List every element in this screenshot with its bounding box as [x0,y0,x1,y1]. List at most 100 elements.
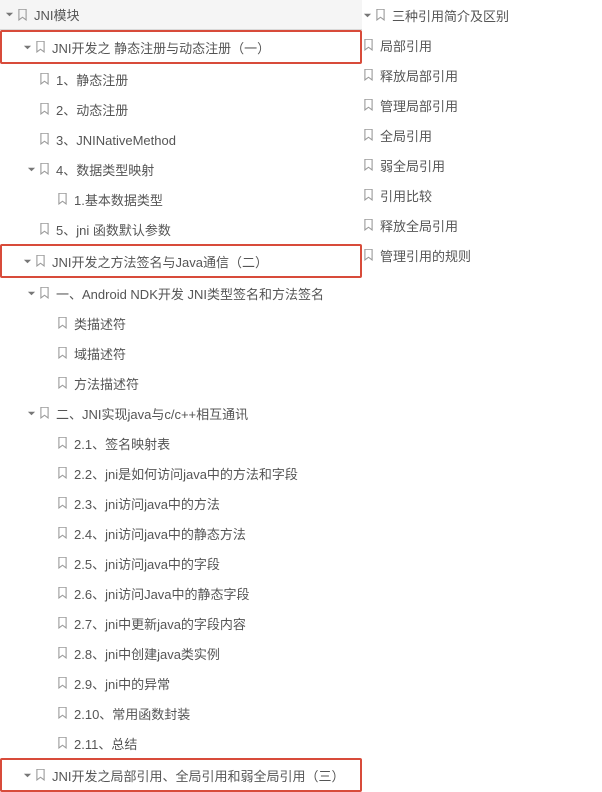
tree-node[interactable]: 2.10、常用函数封装 [0,698,362,728]
bookmark-icon [56,466,68,480]
tree-node[interactable]: JNI开发之 静态注册与动态注册（一） [2,32,360,62]
tree-label: 释放局部引用 [380,66,458,85]
bookmark-icon [38,286,50,300]
tree-node[interactable]: 1.基本数据类型 [0,184,362,214]
bookmark-icon [38,222,50,236]
tree-node[interactable]: 三种引用简介及区别 [362,0,602,30]
bookmark-icon [56,556,68,570]
bookmark-icon [362,98,374,112]
bookmark-icon [34,768,46,782]
tree-node[interactable]: 3、JNINativeMethod [0,124,362,154]
tree-node[interactable]: 2.8、jni中创建java类实例 [0,638,362,668]
tree-node[interactable]: 全局引用 [362,120,602,150]
chevron-down-icon [22,770,32,780]
tree-node[interactable]: 5、jni 函数默认参数 [0,214,362,244]
tree-node[interactable]: 2.11、总结 [0,728,362,758]
tree-label: JNI开发之方法签名与Java通信（二） [52,252,268,271]
tree-label: 类描述符 [74,314,126,333]
bookmark-icon [362,158,374,172]
tree-node[interactable]: 1、静态注册 [0,64,362,94]
bookmark-icon [38,72,50,86]
tree-node[interactable]: 方法描述符 [0,368,362,398]
tree-node[interactable]: 域描述符 [0,338,362,368]
tree-node[interactable]: JNI开发之局部引用、全局引用和弱全局引用（三） [2,760,360,790]
tree-label: 2、动态注册 [56,100,128,119]
chevron-down-icon [362,10,372,20]
tree-node[interactable]: JNI开发之方法签名与Java通信（二） [2,246,360,276]
tree-label: 2.5、jni访问java中的字段 [74,554,220,573]
tree-label: 1.基本数据类型 [74,190,163,209]
bookmark-icon [362,68,374,82]
tree-label: 5、jni 函数默认参数 [56,220,171,239]
chevron-down-icon [22,256,32,266]
bookmark-icon [362,38,374,52]
tree-label: 局部引用 [380,36,432,55]
tree-node[interactable]: 局部引用 [362,30,602,60]
tree-node[interactable]: 2.1、签名映射表 [0,428,362,458]
tree-node[interactable]: 释放局部引用 [362,60,602,90]
bookmark-icon [362,248,374,262]
tree-label: 释放全局引用 [380,216,458,235]
tree-label: 2.4、jni访问java中的静态方法 [74,524,246,543]
tree-label: JNI开发之局部引用、全局引用和弱全局引用（三） [52,766,345,785]
bookmark-icon [38,162,50,176]
tree-label: 2.8、jni中创建java类实例 [74,644,220,663]
bookmark-icon [56,586,68,600]
bookmark-icon [374,8,386,22]
tree-label: 1、静态注册 [56,70,128,89]
tree-node[interactable]: 2.5、jni访问java中的字段 [0,548,362,578]
bookmark-icon [38,406,50,420]
tree-node[interactable]: 2.4、jni访问java中的静态方法 [0,518,362,548]
chevron-down-icon [26,164,36,174]
bookmark-icon [56,436,68,450]
tree-node[interactable]: 管理局部引用 [362,90,602,120]
tree-label: 一、Android NDK开发 JNI类型签名和方法签名 [56,284,324,303]
tree-label: 域描述符 [74,344,126,363]
tree-node[interactable]: 2.3、jni访问java中的方法 [0,488,362,518]
tree-node[interactable]: 引用比较 [362,180,602,210]
tree-node[interactable]: 2、动态注册 [0,94,362,124]
bookmark-icon [56,736,68,750]
tree-label: 2.9、jni中的异常 [74,674,170,693]
outline-left-panel: JNI模块 JNI开发之 静态注册与动态注册（一） 1、静态注册 2、动态注册 … [0,0,362,792]
tree-node[interactable]: 4、数据类型映射 [0,154,362,184]
tree-node-root[interactable]: JNI模块 [0,0,362,30]
tree-node[interactable]: 2.9、jni中的异常 [0,668,362,698]
tree-node[interactable]: 2.6、jni访问Java中的静态字段 [0,578,362,608]
tree-node[interactable]: 二、JNI实现java与c/c++相互通讯 [0,398,362,428]
tree-label: 引用比较 [380,186,432,205]
tree-label: 2.1、签名映射表 [74,434,170,453]
tree-label: JNI开发之 静态注册与动态注册（一） [52,38,270,57]
tree-node[interactable]: 类描述符 [0,308,362,338]
highlight-section-1: JNI开发之 静态注册与动态注册（一） [0,30,362,64]
tree-node[interactable]: 弱全局引用 [362,150,602,180]
tree-label: 2.3、jni访问java中的方法 [74,494,220,513]
chevron-down-icon [26,408,36,418]
tree-node[interactable]: 释放全局引用 [362,210,602,240]
bookmark-icon [56,346,68,360]
bookmark-icon [16,8,28,22]
bookmark-icon [362,188,374,202]
tree-node[interactable]: 2.2、jni是如何访问java中的方法和字段 [0,458,362,488]
tree-label: 3、JNINativeMethod [56,130,176,149]
tree-label: 2.10、常用函数封装 [74,704,190,723]
bookmark-icon [56,526,68,540]
tree-label: 2.2、jni是如何访问java中的方法和字段 [74,464,298,483]
tree-label: 方法描述符 [74,374,139,393]
chevron-down-icon [22,42,32,52]
tree-node[interactable]: 一、Android NDK开发 JNI类型签名和方法签名 [0,278,362,308]
tree-label: 2.6、jni访问Java中的静态字段 [74,584,250,603]
bookmark-icon [38,102,50,116]
bookmark-icon [56,676,68,690]
tree-node[interactable]: 管理引用的规则 [362,240,602,270]
bookmark-icon [34,40,46,54]
bookmark-icon [56,616,68,630]
tree-label: 三种引用简介及区别 [392,6,509,25]
tree-node[interactable]: 2.7、jni中更新java的字段内容 [0,608,362,638]
bookmark-icon [38,132,50,146]
tree-label: 2.11、总结 [74,734,137,753]
chevron-down-icon [26,288,36,298]
highlight-section-3: JNI开发之局部引用、全局引用和弱全局引用（三） [0,758,362,792]
bookmark-icon [56,192,68,206]
tree-label: 4、数据类型映射 [56,160,154,179]
